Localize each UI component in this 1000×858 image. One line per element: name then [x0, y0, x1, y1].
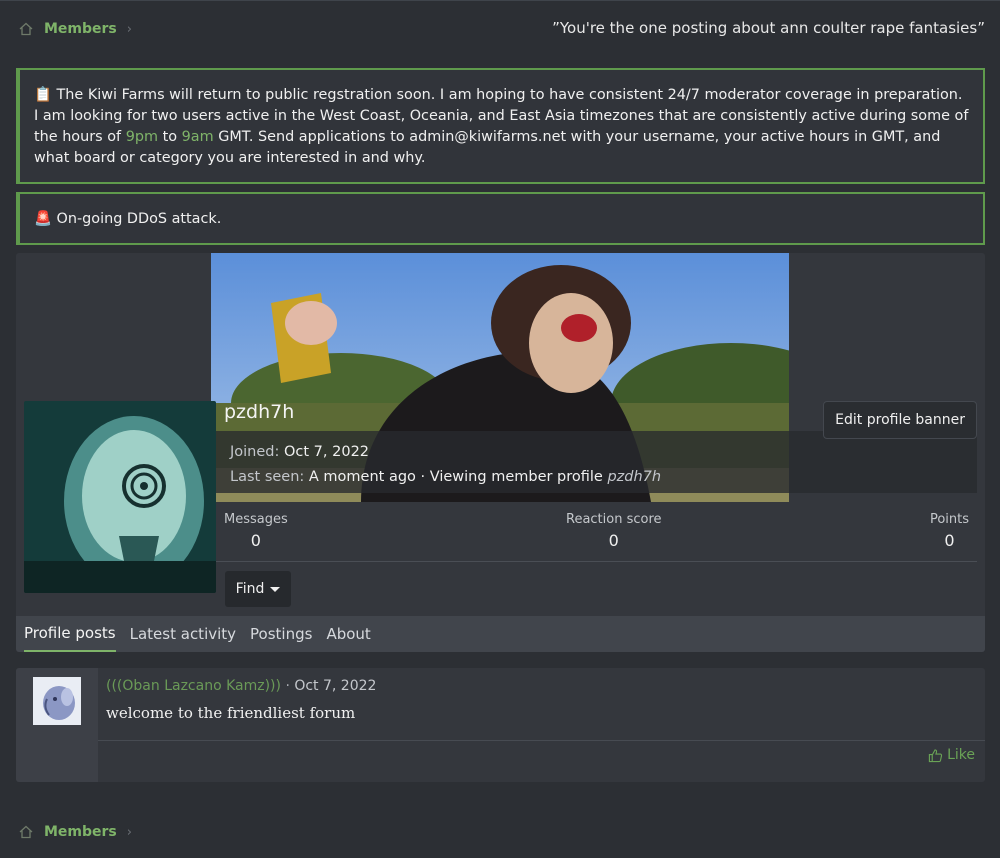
- find-menu-button[interactable]: Find: [225, 571, 291, 607]
- header-quote: ”You're the one posting about ann coulte…: [552, 19, 985, 37]
- notice-ddos: 🚨 On-going DDoS attack.: [16, 192, 985, 245]
- last-seen-row: Last seen: A moment ago · Viewing member…: [230, 469, 661, 485]
- stat-messages[interactable]: Messages 0: [224, 512, 288, 550]
- chevron-right-icon: ›: [126, 824, 132, 840]
- post-header: (((Oban Lazcano Kamz))) · Oct 7, 2022: [106, 678, 376, 694]
- tab-about[interactable]: About: [326, 616, 370, 652]
- notice-start-time: 9pm: [125, 129, 158, 145]
- breadcrumb-members-link[interactable]: Members: [44, 21, 117, 37]
- chevron-right-icon: ›: [126, 21, 132, 37]
- joined-row: Joined: Oct 7, 2022: [230, 444, 369, 460]
- edit-profile-banner-button[interactable]: Edit profile banner: [823, 401, 977, 439]
- find-label: Find: [235, 581, 265, 597]
- siren-icon: 🚨: [34, 211, 52, 227]
- breadcrumb-top: Members ›: [18, 21, 132, 37]
- caret-down-icon: [270, 586, 281, 592]
- last-seen-label: Last seen:: [230, 469, 305, 485]
- stat-messages-label: Messages: [224, 512, 288, 527]
- stat-reaction-label: Reaction score: [566, 512, 662, 527]
- post-author-link[interactable]: (((Oban Lazcano Kamz))): [106, 678, 281, 694]
- post-date[interactable]: Oct 7, 2022: [294, 678, 376, 694]
- like-label: Like: [947, 747, 975, 763]
- post-divider: [98, 740, 985, 741]
- profile-card: pzdh7h Joined: Oct 7, 2022 Last seen: A …: [16, 253, 985, 652]
- home-icon[interactable]: [18, 824, 34, 840]
- last-seen-value: A moment ago · Viewing member profile: [308, 469, 603, 485]
- breadcrumb-bottom: Members ›: [18, 824, 132, 840]
- notice-ddos-text: On-going DDoS attack.: [56, 211, 222, 227]
- joined-value: Oct 7, 2022: [284, 444, 370, 460]
- profile-username: pzdh7h: [224, 401, 295, 423]
- notice-end-time: 9am: [181, 129, 214, 145]
- notice-recruitment: 📋 The Kiwi Farms will return to public r…: [16, 68, 985, 184]
- stat-messages-value: 0: [250, 531, 261, 550]
- joined-label: Joined:: [230, 444, 280, 460]
- stat-reaction-value: 0: [608, 531, 619, 550]
- post-author-avatar[interactable]: [33, 677, 81, 725]
- clipboard-icon: 📋: [34, 87, 52, 103]
- profile-post: (((Oban Lazcano Kamz))) · Oct 7, 2022 we…: [16, 668, 985, 782]
- profile-stats: Messages 0 Reaction score 0 Points 0: [216, 508, 977, 562]
- tab-postings[interactable]: Postings: [250, 616, 312, 652]
- like-button[interactable]: Like: [928, 747, 975, 763]
- stat-points[interactable]: Points 0: [930, 512, 969, 550]
- profile-tabs: Profile posts Latest activity Postings A…: [16, 616, 985, 652]
- stat-reaction-score[interactable]: Reaction score 0: [566, 512, 662, 550]
- post-separator: ·: [285, 678, 290, 694]
- tab-profile-posts[interactable]: Profile posts: [24, 616, 116, 652]
- thumbs-up-icon: [928, 748, 943, 762]
- home-icon[interactable]: [18, 21, 34, 37]
- last-seen-target[interactable]: pzdh7h: [607, 469, 661, 485]
- stat-points-label: Points: [929, 512, 969, 527]
- stat-points-value: 0: [944, 531, 955, 550]
- breadcrumb-members-link[interactable]: Members: [44, 824, 117, 840]
- notice-to: to: [162, 129, 178, 145]
- profile-avatar[interactable]: [24, 401, 216, 593]
- post-body: welcome to the friendliest forum: [106, 704, 356, 722]
- tab-latest-activity[interactable]: Latest activity: [130, 616, 236, 652]
